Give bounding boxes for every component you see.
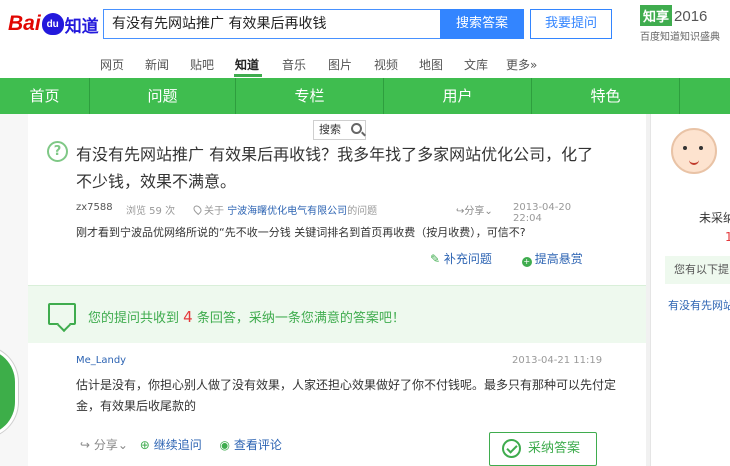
view-count: 浏览 59 次 [126, 206, 176, 217]
nav-item-web[interactable]: 网页 [100, 56, 124, 73]
pencil-icon: ✎ [430, 252, 441, 266]
sidebar-unadopted-label: 未采纳 [699, 211, 730, 225]
question-title: 有没有先网站推广 有效果后再收钱？我多年找了多家网站优化公司，化了不少钱，效果不… [76, 145, 594, 191]
answer-share-button[interactable]: ↪ 分享⌄ [80, 438, 128, 452]
search-input[interactable]: 有没有先网站推广 有效果后再收钱 [103, 9, 441, 39]
mascot-avatar [671, 128, 717, 174]
logo-zhidao-text: 知道 [64, 16, 99, 37]
follow-up-icon: ⊕ [139, 438, 150, 452]
sidebar-notice: 您有以下提 [665, 256, 730, 284]
answers-suffix: 条回答，采纳一条您满意的答案吧！ [196, 311, 405, 326]
question-actions: ✎ 补充问题 + 提高悬赏 [430, 250, 583, 267]
check-circle-icon [502, 439, 521, 458]
question-share-button[interactable]: ↪分享⌄ [456, 202, 493, 217]
answers-count: 4 [183, 308, 193, 326]
answer-actions: ↪ 分享⌄ ⊕ 继续追问 ◉ 查看评论 [80, 436, 282, 453]
answers-prefix: 您的提问共收到 [88, 311, 180, 326]
greenbar-item-featured[interactable]: 特色 [532, 78, 680, 114]
zhixiang-banner[interactable]: 知享 2016 百度知道知识盛典 [640, 5, 730, 43]
nav-item-wenku[interactable]: 文库 [464, 56, 488, 73]
nav-item-music[interactable]: 音乐 [282, 56, 306, 73]
nav-item-tieba[interactable]: 贴吧 [190, 56, 214, 73]
nav-item-video[interactable]: 视频 [374, 56, 398, 73]
answer-share-label: 分享 [93, 438, 118, 452]
greenbar-item-questions[interactable]: 问题 [90, 78, 236, 114]
sidebar-question-link[interactable]: 有没有先网站 [668, 297, 730, 313]
company-link[interactable]: 宁波海曙优化电气有限公司 [227, 206, 347, 217]
question-date: 2013-04-20 22:04 [513, 202, 572, 224]
top-header: Bai du 知道 有没有先网站推广 有效果后再收钱 搜索答案 我要提问 知享 2… [0, 0, 730, 48]
raise-reward-button[interactable]: + 提高悬赏 [521, 250, 583, 267]
chat-bubble-icon [48, 303, 76, 325]
zhixiang-year: 2016 [674, 8, 708, 25]
about-company: 关于 宁波海曙优化电气有限公司的问题 [191, 202, 378, 217]
question-meta: zx7588 浏览 59 次 关于 宁波海曙优化电气有限公司的问题 ↪分享⌄ 2… [76, 202, 601, 224]
nav-item-map[interactable]: 地图 [419, 56, 443, 73]
share-label: 分享 [464, 206, 485, 217]
greenbar-item-users[interactable]: 用户 [384, 78, 532, 114]
right-sidebar: 未采纳 1 您有以下提 有没有先网站 [650, 114, 730, 466]
reward-label: 提高悬赏 [534, 252, 583, 266]
search-icon [351, 123, 362, 134]
sidebar-unadopted-count[interactable]: 1 [725, 230, 730, 244]
product-nav: 网页 新闻 贴吧 知道 音乐 图片 视频 地图 文库 更多» [0, 48, 730, 78]
about-suffix: 的问题 [347, 206, 378, 217]
logo-bai-text: Bai [8, 12, 41, 35]
supplement-label: 补充问题 [443, 252, 492, 266]
mini-search-button[interactable]: 搜索 [313, 120, 366, 140]
greenbar-item-columns[interactable]: 专栏 [236, 78, 384, 114]
answer-date: 2013-04-21 11:19 [512, 355, 603, 366]
answers-count-bar: 您的提问共收到 4 条回答，采纳一条您满意的答案吧！ [28, 285, 646, 343]
greenbar-item-extra[interactable] [680, 78, 730, 114]
view-comments-button[interactable]: ◉ 查看评论 [220, 438, 282, 452]
nav-item-zhidao[interactable]: 知道 [235, 56, 259, 73]
location-pin-icon [191, 203, 204, 216]
eye-icon: ◉ [219, 438, 231, 452]
adopt-answer-button[interactable]: 采纳答案 [489, 432, 597, 466]
answers-count-text: 您的提问共收到 4 条回答，采纳一条您满意的答案吧！ [88, 307, 405, 326]
share-icon: ↪ [80, 438, 91, 452]
answerer-username[interactable]: Me_Landy [76, 355, 126, 366]
green-ring-decoration [0, 346, 18, 438]
adopt-label: 采纳答案 [528, 441, 581, 456]
question-icon: ? [47, 141, 68, 162]
greenbar-item-home[interactable]: 首页 [0, 78, 90, 114]
green-nav-bar: 首页 问题 专栏 用户 特色 [0, 78, 730, 114]
nav-item-images[interactable]: 图片 [328, 56, 352, 73]
zhixiang-logo: 知享 [640, 5, 673, 26]
view-comments-label: 查看评论 [233, 438, 282, 452]
zhixiang-subtitle: 百度知道知识盛典 [640, 32, 720, 43]
plus-icon: + [521, 257, 532, 267]
follow-up-label: 继续追问 [153, 438, 202, 452]
follow-up-button[interactable]: ⊕ 继续追问 [140, 438, 202, 452]
nav-active-underline [234, 74, 262, 77]
supplement-question-button[interactable]: ✎ 补充问题 [430, 250, 492, 267]
question-description: 刚才看到宁波品优网络所说的“先不收一分钱 关键词排名到首页再收费（按月收费），可… [76, 226, 526, 239]
answer-text: 估计是没有，你担心别人做了没有效果，人家还担心效果做好了你不付钱呢。最多只有那种… [76, 378, 617, 413]
nav-item-news[interactable]: 新闻 [145, 56, 169, 73]
ask-question-button[interactable]: 我要提问 [530, 9, 612, 39]
asker-username[interactable]: zx7588 [76, 202, 113, 213]
search-answer-button[interactable]: 搜索答案 [440, 9, 524, 39]
mini-search-label: 搜索 [319, 123, 341, 136]
paw-icon: du [41, 13, 64, 35]
nav-item-more[interactable]: 更多» [506, 56, 537, 73]
left-edge-strip [0, 114, 28, 466]
baidu-zhidao-logo[interactable]: Bai du 知道 [8, 9, 99, 39]
about-prefix: 关于 [204, 206, 224, 217]
